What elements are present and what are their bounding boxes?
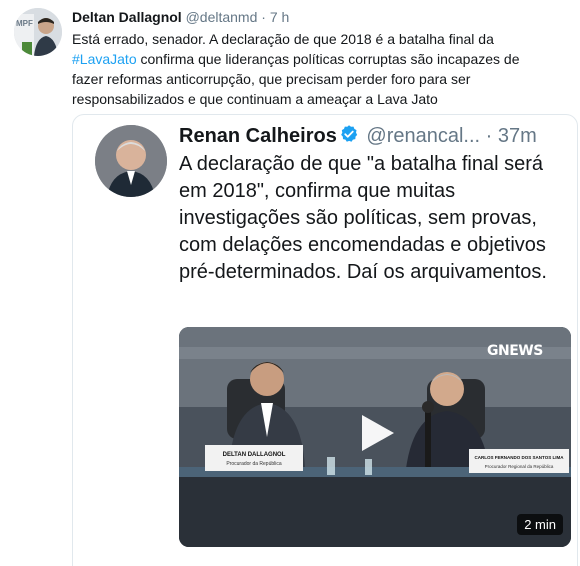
channel-logo: GNEWS [487,343,543,359]
video-duration: 2 min [517,514,563,535]
quoted-separator-dot: · [485,125,493,147]
separator-dot: · [261,9,266,25]
quoted-tweet-text: A declaração de que "a batalha final ser… [179,153,547,283]
nameplate-left-role: Procurador da República [226,461,282,467]
quoted-author-avatar[interactable] [95,125,167,197]
quoted-author-name[interactable]: Renan Calheiros [179,125,337,147]
author-handle[interactable]: @deltanmd [186,9,258,25]
avatar-badge: MPF [16,19,33,28]
tweet-text: Está errado, senador. A declaração de qu… [72,29,552,109]
tweet-header: Deltan Dallagnol @deltanmd · 7 h [72,8,289,26]
play-icon[interactable] [354,411,398,455]
nameplate-left-name: DELTAN DALLAGNOL [223,452,286,458]
quoted-tweet-card[interactable]: Renan Calheiros @renancal... · 37m A dec… [72,114,578,566]
nameplate-right-role: Procurador Regional da República [485,464,554,469]
quoted-tweet-header: Renan Calheiros @renancal... · 37m [179,123,537,151]
video-player[interactable]: DELTAN DALLAGNOL Procurador da República… [179,327,571,547]
tweet-timestamp[interactable]: 7 h [270,9,289,25]
tweet: MPF Deltan Dallagnol @deltanmd · 7 h Est… [0,0,580,566]
author-avatar[interactable]: MPF [14,8,62,56]
nameplate-right-name: CARLOS FERNANDO DOS SANTOS LIMA [475,455,565,460]
quoted-author-handle[interactable]: @renancal... [366,125,480,147]
tweet-text-after: confirma que lideranças políticas corrup… [72,51,520,107]
author-name[interactable]: Deltan Dallagnol [72,9,182,25]
verified-badge-icon [339,124,359,151]
tweet-text-before: Está errado, senador. A declaração de qu… [72,31,494,47]
quoted-timestamp[interactable]: 37m [498,125,537,147]
hashtag-link[interactable]: #LavaJato [72,51,137,67]
